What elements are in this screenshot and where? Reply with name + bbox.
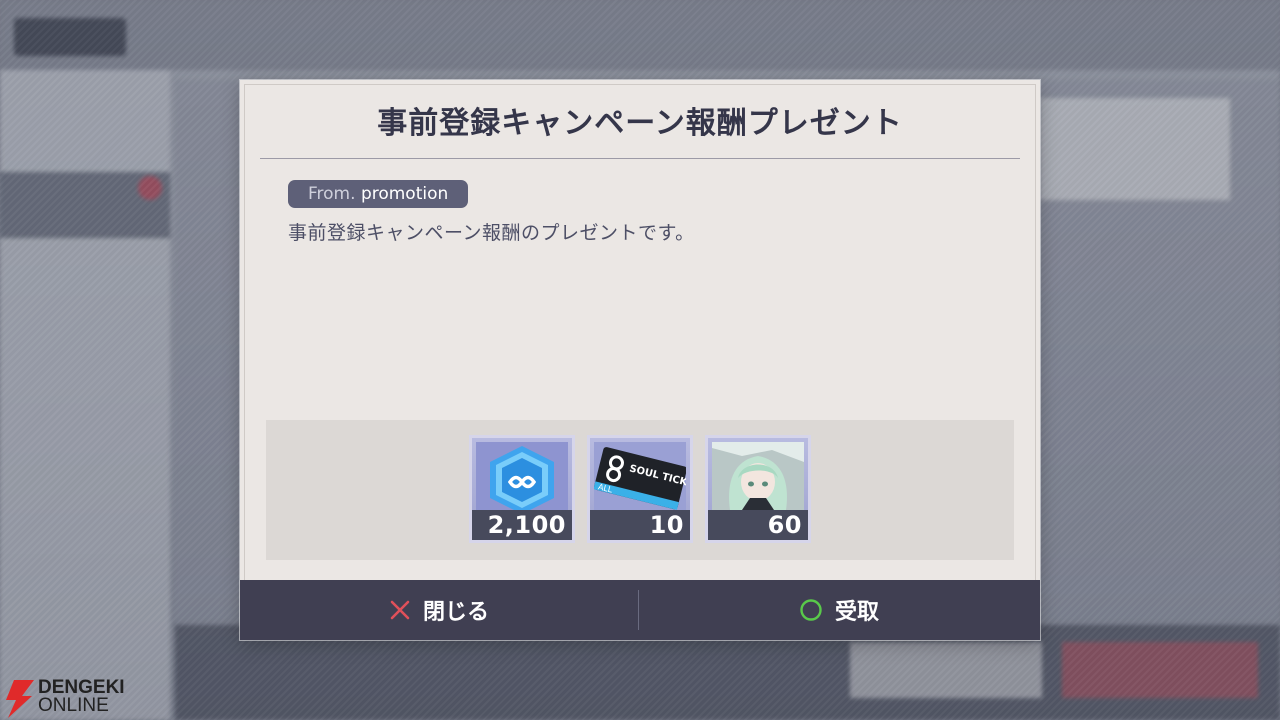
dialog-footer: 閉じる 受取	[240, 580, 1040, 640]
circle-icon	[799, 598, 823, 622]
reward-count: 2,100	[472, 510, 572, 540]
character-portrait-icon	[712, 442, 804, 510]
receive-button-label: 受取	[834, 600, 879, 625]
reward-item-crystal[interactable]: 2,100	[472, 438, 572, 540]
crystal-icon	[476, 442, 568, 510]
close-button[interactable]: 閉じる	[240, 580, 638, 640]
present-dialog: From. promotion 事前登録キャンペーン報酬のプレゼントです。 2,…	[240, 80, 1040, 640]
reward-item-character[interactable]: 60	[708, 438, 808, 540]
watermark: DENGEKI ONLINE	[0, 678, 130, 720]
soul-ticket-icon: SOUL TICKET ALL	[594, 442, 686, 510]
close-icon	[389, 599, 411, 621]
footer-divider	[638, 590, 639, 630]
watermark-line2: ONLINE	[38, 695, 109, 716]
from-prefix: From.	[308, 184, 356, 204]
title-divider	[260, 158, 1020, 159]
from-value: promotion	[360, 184, 449, 204]
close-button-label: 閉じる	[422, 600, 489, 625]
reward-count: 10	[590, 510, 690, 540]
dialog-message: 事前登録キャンペーン報酬のプレゼントです。	[288, 222, 695, 244]
lightning-logo-icon	[6, 680, 34, 718]
reward-count: 60	[708, 510, 808, 540]
reward-panel: 2,100 SOUL TICKET ALL 10 60	[266, 420, 1014, 560]
receive-button[interactable]: 受取	[640, 580, 1038, 640]
reward-item-soul-ticket[interactable]: SOUL TICKET ALL 10	[590, 438, 690, 540]
from-tag: From. promotion	[288, 180, 469, 208]
dialog-title: 事前登録キャンペーン報酬プレゼント	[377, 106, 903, 141]
